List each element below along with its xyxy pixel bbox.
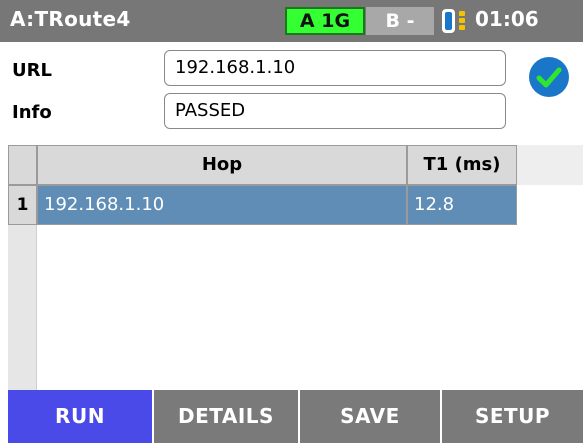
header-filler — [517, 145, 583, 185]
app-title: A:TRoute4 — [10, 7, 131, 31]
table-corner — [8, 145, 37, 185]
info-label: Info — [12, 102, 52, 123]
column-header-t1[interactable]: T1 (ms) — [407, 145, 517, 185]
details-button[interactable]: DETAILS — [154, 390, 298, 443]
port-b-status[interactable]: B - — [366, 7, 434, 35]
url-field[interactable]: 192.168.1.10 — [164, 50, 506, 86]
url-label: URL — [12, 60, 52, 81]
clock: 01:06 — [475, 7, 539, 31]
title-bar: A:TRoute4 A 1G B - 01:06 — [0, 0, 583, 42]
port-a-status[interactable]: A 1G — [285, 7, 365, 35]
run-button[interactable]: RUN — [8, 390, 152, 443]
info-field[interactable]: PASSED — [164, 93, 506, 129]
table-cell-hop[interactable]: 192.168.1.10 — [37, 185, 407, 225]
column-header-hop[interactable]: Hop — [37, 145, 407, 185]
row-number[interactable]: 1 — [8, 185, 37, 225]
check-circle-icon — [529, 57, 569, 97]
phone-battery-icon — [442, 9, 465, 33]
table-cell-t1[interactable]: 12.8 — [407, 185, 517, 225]
hop-table: Hop T1 (ms) 1 192.168.1.10 12.8 — [8, 145, 583, 390]
save-button[interactable]: SAVE — [300, 390, 440, 443]
setup-button[interactable]: SETUP — [442, 390, 583, 443]
